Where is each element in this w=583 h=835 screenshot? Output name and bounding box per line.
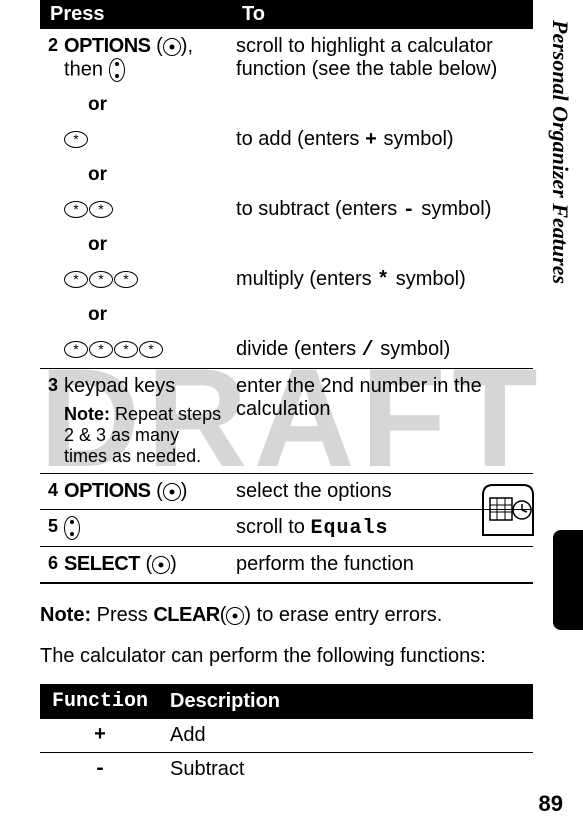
step-num: 6 bbox=[40, 547, 62, 584]
row-6: 6 SELECT () perform the function bbox=[40, 547, 533, 584]
softkey-icon bbox=[152, 556, 170, 574]
note-label: Note: bbox=[64, 404, 110, 424]
row-3: 3 keypad keys Note: Repeat steps 2 & 3 a… bbox=[40, 369, 533, 474]
star-key-icon: * bbox=[64, 201, 88, 218]
header-press: Press bbox=[40, 0, 232, 29]
open-paren: ( bbox=[156, 35, 163, 57]
press-text: keypad keys bbox=[64, 375, 222, 398]
star-key-icon: * bbox=[89, 201, 113, 218]
row-2-add: * to add (enters + symbol) bbox=[40, 122, 533, 158]
to-text: select the options bbox=[232, 474, 533, 510]
or-label: or bbox=[64, 234, 222, 256]
softkey-icon bbox=[163, 483, 181, 501]
star-key-icon: * bbox=[64, 271, 88, 288]
star-key-icon: * bbox=[64, 131, 88, 148]
softkey-icon bbox=[163, 38, 181, 56]
options-label: OPTIONS bbox=[64, 35, 151, 57]
row-5: 5 scroll to Equals bbox=[40, 510, 533, 547]
star-key-icon: * bbox=[89, 271, 113, 288]
star-key-icon: * bbox=[64, 341, 88, 358]
options-label: OPTIONS bbox=[64, 480, 151, 502]
header-to: To bbox=[232, 0, 533, 29]
step-num: 4 bbox=[40, 474, 62, 510]
func-symbol: + bbox=[40, 719, 160, 753]
nav-key-icon bbox=[64, 516, 80, 540]
header-description: Description bbox=[160, 685, 533, 719]
star-key-icon: * bbox=[89, 341, 113, 358]
or-label: or bbox=[64, 164, 222, 186]
star-key-icon: * bbox=[139, 341, 163, 358]
star-key-icon: * bbox=[114, 341, 138, 358]
calc-intro: The calculator can perform the following… bbox=[40, 643, 533, 670]
row-2-divide: **** divide (enters / symbol) bbox=[40, 332, 533, 369]
nav-key-icon bbox=[109, 58, 125, 82]
func-symbol: - bbox=[40, 753, 160, 787]
header-function: Function bbox=[40, 685, 160, 719]
softkey-icon bbox=[226, 607, 244, 625]
note-label: Note: bbox=[40, 604, 91, 626]
or-label: or bbox=[64, 304, 222, 326]
star-key-icon: * bbox=[114, 271, 138, 288]
step-num: 2 bbox=[40, 29, 62, 88]
to-text: perform the function bbox=[232, 547, 533, 584]
instructions-table: Press To 2 OPTIONS (), then scroll to hi… bbox=[40, 0, 533, 584]
row-2-main: 2 OPTIONS (), then scroll to highlight a… bbox=[40, 29, 533, 88]
step-num: 5 bbox=[40, 510, 62, 547]
row-4: 4 OPTIONS () select the options bbox=[40, 474, 533, 510]
table-header: Press To bbox=[40, 0, 533, 29]
func-header: Function Description bbox=[40, 685, 533, 719]
func-desc: Add bbox=[160, 719, 533, 753]
or-label: or bbox=[64, 94, 222, 116]
to-text: enter the 2nd number in the calculation bbox=[232, 369, 533, 474]
select-label: SELECT bbox=[64, 553, 140, 575]
func-desc: Subtract bbox=[160, 753, 533, 787]
row-2-multiply: *** multiply (enters * symbol) bbox=[40, 262, 533, 298]
func-row-subtract: - Subtract bbox=[40, 753, 533, 787]
step-num: 3 bbox=[40, 369, 62, 474]
func-row-add: + Add bbox=[40, 719, 533, 753]
page-number: 89 bbox=[539, 791, 563, 817]
note-paragraph: Note: Press CLEAR() to erase entry error… bbox=[40, 602, 533, 629]
to-text: scroll to highlight a calculator functio… bbox=[232, 29, 533, 88]
clear-command: CLEAR bbox=[153, 604, 219, 626]
row-2-subtract: ** to subtract (enters - symbol) bbox=[40, 192, 533, 228]
functions-table: Function Description + Add - Subtract bbox=[40, 684, 533, 786]
